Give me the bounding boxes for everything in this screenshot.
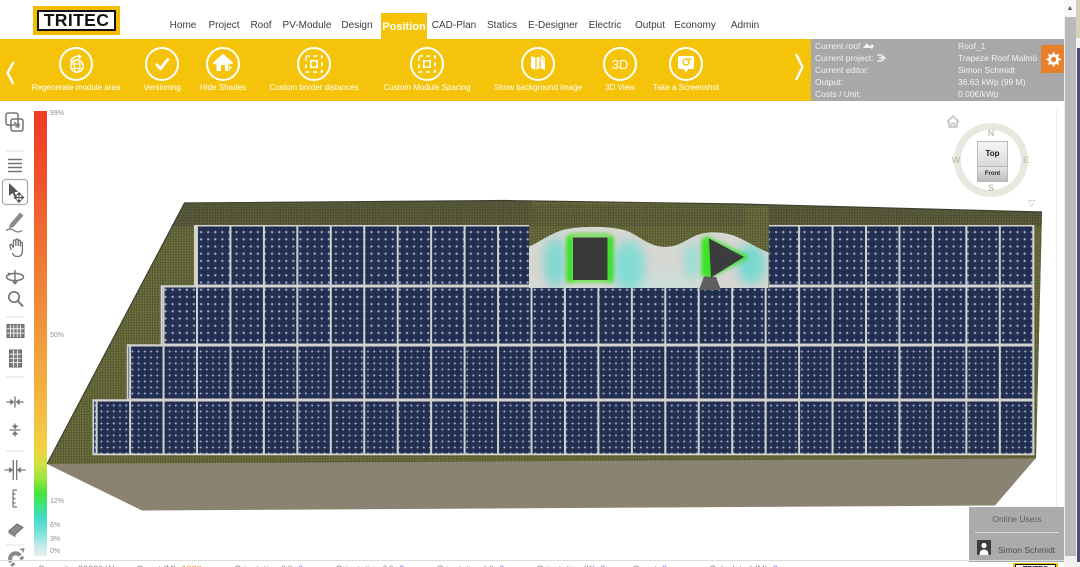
svg-text:3D: 3D [612,57,629,72]
